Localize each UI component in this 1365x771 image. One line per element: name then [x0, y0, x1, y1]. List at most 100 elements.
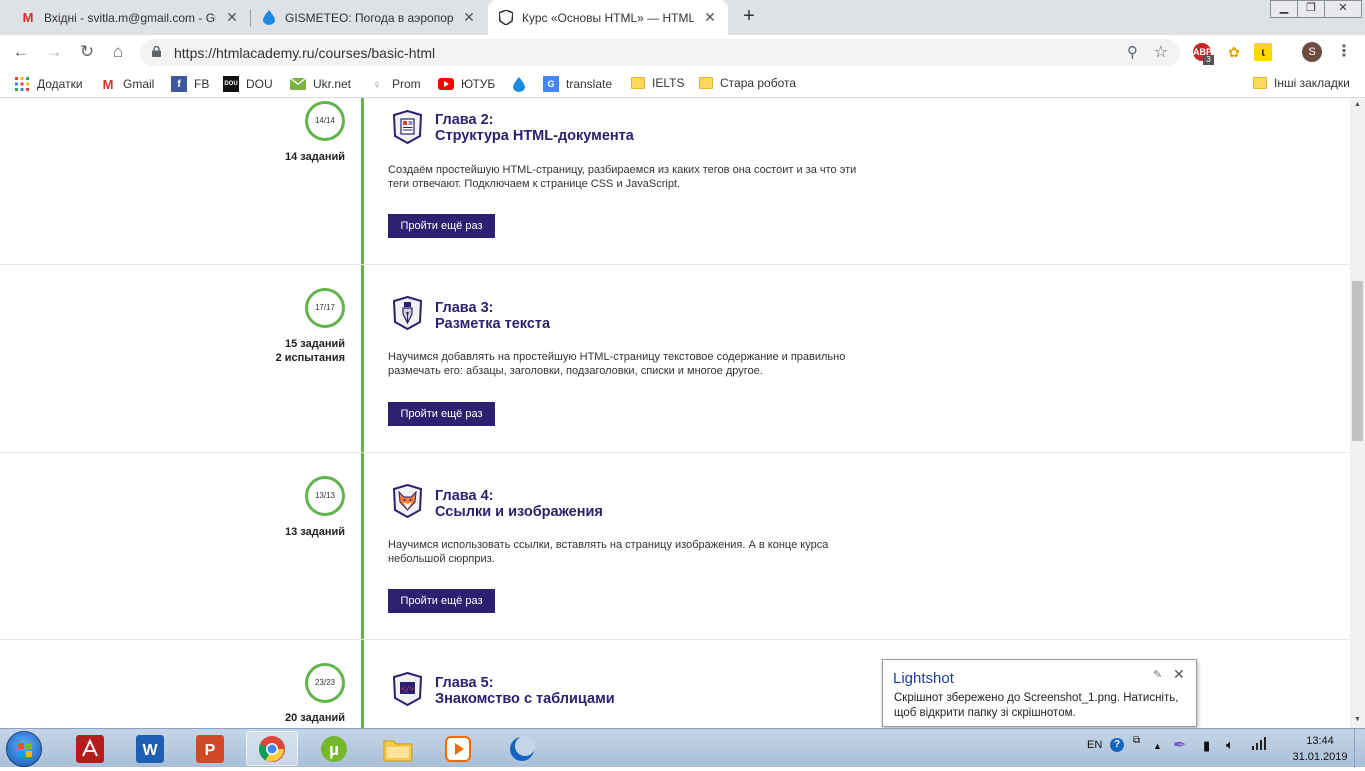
bookmark-ukrnet[interactable]: Ukr.net: [290, 76, 351, 92]
gismeteo-icon: [511, 76, 527, 92]
chapter-description: Научимся использовать ссылки, вставлять …: [388, 539, 829, 565]
bookmark-stara-robota[interactable]: Стара робота: [699, 76, 796, 90]
taskbar-app[interactable]: [496, 731, 548, 766]
close-icon[interactable]: ✕: [224, 9, 240, 26]
apps-icon: [14, 76, 30, 92]
close-icon[interactable]: ✕: [702, 9, 718, 26]
volume-icon[interactable]: 🔈︎: [1226, 737, 1234, 753]
help-icon[interactable]: ?: [1110, 738, 1124, 752]
svg-text:µ: µ: [329, 740, 339, 759]
input-method-icon[interactable]: ⧉: [1133, 735, 1140, 746]
chapter-progress-ring: 23/23: [305, 663, 345, 703]
taskbar-media-player[interactable]: [432, 731, 484, 766]
show-desktop-button[interactable]: [1354, 729, 1365, 768]
scroll-up-arrow-icon[interactable]: ▲: [1350, 98, 1365, 112]
taskbar-utorrent[interactable]: µ: [308, 731, 360, 766]
restore-button[interactable]: ❐: [1297, 0, 1325, 18]
windows-taskbar: W P µ EN ? ⧉ ▲ ✒ ▮ 🔈︎ 13:44 31.01.2019: [0, 728, 1365, 768]
show-hidden-icons-icon[interactable]: ▲: [1153, 741, 1162, 751]
bookmark-ielts[interactable]: IELTS: [631, 76, 684, 90]
prom-icon: ♀: [372, 76, 382, 92]
language-indicator[interactable]: EN: [1087, 739, 1102, 751]
lightshot-notification[interactable]: Lightshot ✎ ✕ Скрішнот збережено до Scre…: [882, 659, 1197, 727]
start-button[interactable]: [6, 731, 42, 767]
taskbar-powerpoint[interactable]: P: [184, 731, 236, 766]
bookmark-label: Gmail: [123, 77, 155, 91]
taskbar-word[interactable]: W: [124, 731, 176, 766]
chapter-progress-ring: 17/17: [305, 288, 345, 328]
retake-chapter-button[interactable]: Пройти ещё раз: [388, 589, 495, 613]
task-count: 13 заданий: [284, 526, 345, 538]
url-text: https://htmlacademy.ru/courses/basic-htm…: [174, 45, 436, 61]
bookmark-fb[interactable]: f FB: [171, 76, 209, 92]
bookmark-gmail[interactable]: M Gmail: [100, 76, 155, 92]
chapter-description: Создаём простейшую HTML-страницу, разбир…: [388, 164, 857, 190]
translate-icon: G: [543, 76, 559, 92]
course-page: 14/14 14 заданий Глава 2: Структура HTML…: [0, 98, 1350, 728]
pin-icon[interactable]: ✎: [1153, 668, 1162, 681]
extension-icon[interactable]: ɩ: [1254, 43, 1272, 61]
new-tab-button[interactable]: +: [738, 5, 760, 29]
bookmark-apps[interactable]: Додатки: [14, 76, 83, 92]
bookmark-youtube[interactable]: ЮТУБ: [438, 76, 495, 92]
bookmark-gismeteo[interactable]: [511, 76, 527, 92]
scroll-down-arrow-icon[interactable]: ▼: [1350, 713, 1365, 727]
tab-title: GISMETEO: Погода в аэропорту: [285, 10, 453, 25]
bookmark-translate[interactable]: G translate: [543, 76, 612, 92]
utorrent-icon: µ: [321, 735, 347, 762]
bookmark-label: FB: [194, 77, 210, 91]
windows-logo-icon: [18, 743, 32, 757]
chapter-number: Глава 4:: [435, 488, 494, 504]
clock-time: 13:44: [1306, 735, 1334, 747]
system-clock[interactable]: 13:44 31.01.2019: [1290, 733, 1350, 765]
taskbar-chrome[interactable]: [246, 731, 298, 766]
divider: [0, 639, 1350, 640]
tab-title: Курс «Основы HTML» — HTML Ac: [522, 10, 694, 25]
home-button[interactable]: ⌂: [107, 41, 129, 63]
tab-htmlacademy[interactable]: Курс «Основы HTML» — HTML Ac ✕: [488, 0, 728, 35]
power-icon[interactable]: ▮: [1203, 738, 1210, 754]
bookmark-other[interactable]: Інші закладки: [1253, 76, 1350, 90]
chapter-description: Научимся добавлять на простейшую HTML-ст…: [388, 351, 846, 377]
powerpoint-icon: P: [196, 734, 224, 763]
acrobat-icon: [76, 734, 104, 763]
word-icon: W: [136, 734, 164, 763]
retake-chapter-button[interactable]: Пройти ещё раз: [388, 402, 495, 426]
browser-toolbar: ← → ↻ ⌂ https://htmlacademy.ru/courses/b…: [0, 35, 1365, 70]
network-icon[interactable]: [1252, 736, 1268, 753]
lightshot-tray-icon[interactable]: ✒: [1173, 735, 1186, 755]
chapter-number: Глава 3:: [435, 300, 494, 316]
bookmark-star-icon[interactable]: ☆: [1154, 42, 1168, 62]
close-icon[interactable]: ✕: [1173, 666, 1185, 683]
chapter-name: Структура HTML-документа: [435, 128, 634, 144]
chapter-name: Знакомство с таблицами: [435, 691, 615, 707]
chapter-progress-ring: 13/13: [305, 476, 345, 516]
taskbar-acrobat[interactable]: [64, 731, 116, 766]
taskbar-explorer[interactable]: [372, 731, 424, 766]
bookmark-dou[interactable]: DOU DOU: [223, 76, 273, 92]
facebook-icon: f: [171, 76, 187, 92]
avatar[interactable]: S: [1302, 42, 1322, 62]
bookmark-label: Prom: [392, 77, 421, 91]
reload-button[interactable]: ↻: [76, 41, 98, 63]
task-count: 20 заданий: [284, 712, 345, 724]
flower-extension-icon[interactable]: ✿: [1225, 43, 1243, 61]
close-icon[interactable]: ✕: [461, 9, 477, 26]
minimize-button[interactable]: ▁: [1270, 0, 1298, 18]
lock-icon: [152, 46, 161, 57]
retake-chapter-button[interactable]: Пройти ещё раз: [388, 214, 495, 238]
forward-button[interactable]: →: [43, 41, 65, 63]
bookmark-prom[interactable]: ♀ Prom: [369, 76, 421, 92]
back-button[interactable]: ←: [10, 41, 32, 63]
folder-icon: [1253, 77, 1267, 89]
tab-gismeteo[interactable]: GISMETEO: Погода в аэропорту ✕: [251, 0, 487, 35]
zoom-icon[interactable]: ⚲: [1127, 43, 1138, 61]
close-window-button[interactable]: ✕: [1324, 0, 1362, 18]
bookmark-label: Стара робота: [720, 76, 797, 90]
folder-icon: [699, 77, 713, 89]
scrollbar-thumb[interactable]: [1352, 281, 1363, 441]
menu-icon[interactable]: ⋮: [1336, 41, 1352, 61]
divider: [0, 452, 1350, 453]
address-bar[interactable]: https://htmlacademy.ru/courses/basic-htm…: [140, 39, 1180, 66]
tab-gmail[interactable]: M Вхідні - svitla.m@gmail.com - Gm ✕: [10, 0, 250, 35]
